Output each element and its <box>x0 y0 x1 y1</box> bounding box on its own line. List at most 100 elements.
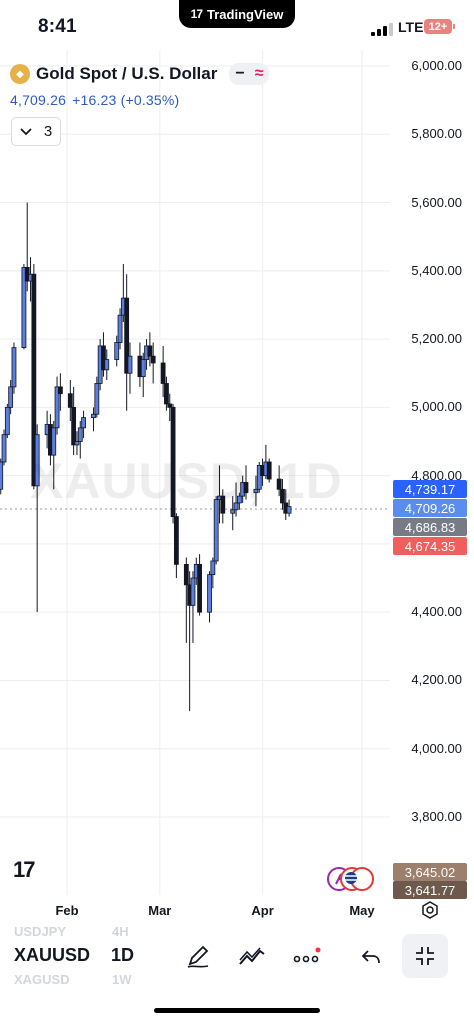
price-axis-label: 4,000.00 <box>411 740 462 756</box>
price-tag: 3,645.02 <box>393 863 467 881</box>
approx-icon: ≈ <box>254 65 264 82</box>
status-time: 8:41 <box>38 16 77 37</box>
candle <box>124 274 130 411</box>
settings-icon[interactable] <box>420 900 440 920</box>
home-indicator <box>154 1008 320 1013</box>
chart-line-icon <box>239 947 265 965</box>
app-indicator: 17 TradingView <box>179 0 295 28</box>
candle <box>54 376 60 435</box>
candle <box>173 513 179 579</box>
time-axis-label: Mar <box>148 903 172 918</box>
pen-icon <box>187 945 209 968</box>
prev-interval[interactable]: 4H <box>112 924 129 939</box>
candle-body <box>207 574 212 613</box>
price-tag: 4,739.17 <box>393 480 467 498</box>
candle-body <box>183 563 189 586</box>
candle-body <box>164 383 169 405</box>
price-axis-label: 5,200.00 <box>411 331 462 347</box>
price-axis-label: 3,800.00 <box>411 809 462 824</box>
price-axis-label: 4,200.00 <box>411 672 462 688</box>
minus-icon: − <box>235 65 245 82</box>
candle-body <box>67 393 73 408</box>
candle-body <box>210 560 216 576</box>
price-change: +16.23 (+0.35%) <box>72 92 180 108</box>
candle-body <box>11 347 17 388</box>
candle-body <box>91 413 96 419</box>
indicators-button[interactable] <box>235 940 269 974</box>
candle-body <box>57 386 63 395</box>
candle-body <box>94 383 100 415</box>
candle-body <box>74 441 80 446</box>
candle-body <box>8 386 14 408</box>
candle-body <box>117 314 123 343</box>
candle-body <box>190 577 196 606</box>
gold-coin-icon: ◆ <box>10 64 30 84</box>
fullscreen-button[interactable] <box>402 934 448 978</box>
time-axis-label: Apr <box>251 903 274 918</box>
prev-symbol[interactable]: USDJPY <box>14 924 66 939</box>
next-interval[interactable]: 1W <box>112 972 132 987</box>
candle-body <box>150 355 156 364</box>
battery-icon: 12+ <box>424 19 455 34</box>
candle <box>0 458 4 495</box>
symbol-header[interactable]: ◆ Gold Spot / U.S. Dollar − ≈ <box>10 63 270 85</box>
price-tag: 3,641.77 <box>393 881 467 899</box>
symbol-selector[interactable]: XAUUSD <box>14 945 90 966</box>
status-bar: 8:41 17 TradingView LTE 12+ <box>0 0 474 56</box>
drawing-tool-button[interactable] <box>181 940 215 974</box>
time-axis-label: Feb <box>55 903 79 918</box>
indicators-toggle-button[interactable]: 3 <box>11 117 61 146</box>
indicator-count: 3 <box>43 123 53 140</box>
price-legend: 4,709.26 +16.23 (+0.35%) <box>10 92 179 108</box>
candle-body <box>77 427 83 442</box>
interval-selector[interactable]: 1D <box>111 945 134 966</box>
price-tag: 4,709.26 <box>393 499 467 517</box>
price-axis-label: 5,600.00 <box>411 194 462 210</box>
candle-body <box>173 516 179 565</box>
candle-body <box>140 359 146 378</box>
candle <box>4 403 10 439</box>
candle-body <box>104 359 110 371</box>
events-icon[interactable] <box>326 866 374 892</box>
candle <box>11 342 17 394</box>
collapse-fullscreen-icon <box>416 947 434 965</box>
cellular-signal-icon <box>371 23 393 36</box>
candle-body <box>230 509 236 514</box>
battery-level: 12+ <box>428 20 448 33</box>
candle-body <box>71 406 77 446</box>
undo-button[interactable] <box>354 940 388 974</box>
candle-body <box>197 563 202 613</box>
symbol-badges[interactable]: − ≈ <box>229 63 270 85</box>
candle-body <box>167 403 173 408</box>
time-axis-label: May <box>349 903 375 918</box>
symbol-watermark: XAUUSD, 1D <box>30 453 343 509</box>
candle <box>197 554 202 616</box>
undo-icon <box>361 950 380 964</box>
candle-body <box>1 434 7 463</box>
symbol-name[interactable]: Gold Spot / U.S. Dollar <box>36 64 217 84</box>
candle-body <box>127 355 133 374</box>
price-tag: 4,674.35 <box>393 537 467 555</box>
next-symbol[interactable]: XAGUSD <box>14 972 70 987</box>
candle-body <box>147 345 153 357</box>
price-axis-label: 4,400.00 <box>411 604 462 620</box>
candle-body <box>81 417 86 429</box>
tradingview-logo[interactable]: 17 <box>13 857 36 883</box>
price-axis-label: 5,400.00 <box>411 262 462 278</box>
network-type: LTE <box>398 19 424 35</box>
chevron-down-icon <box>20 127 32 135</box>
candle <box>207 571 212 623</box>
candle-body <box>4 406 10 436</box>
tradingview-logo-icon: 17 <box>190 7 203 21</box>
last-price: 4,709.26 <box>10 92 67 108</box>
candle-body <box>114 342 120 360</box>
more-button[interactable] <box>290 940 324 974</box>
candle <box>190 571 196 643</box>
candle-body <box>0 461 4 490</box>
price-axis-label: 6,000.00 <box>411 58 462 73</box>
app-name: TradingView <box>207 6 284 22</box>
price-axis-label: 5,000.00 <box>411 399 462 415</box>
more-dots-icon <box>293 947 321 963</box>
price-axis-label: 5,800.00 <box>411 126 462 142</box>
candle-body <box>160 362 166 384</box>
